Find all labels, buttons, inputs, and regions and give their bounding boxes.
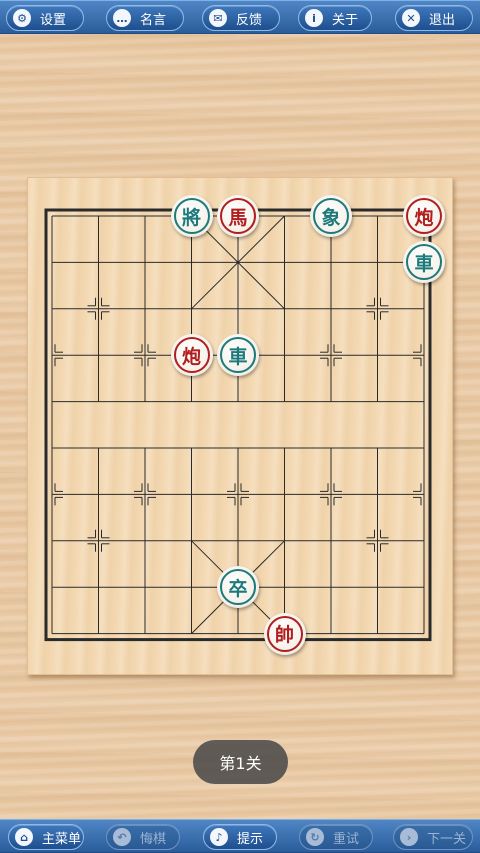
envelope-icon: ✉ <box>209 9 227 27</box>
settings-button[interactable]: ⚙ 设置 <box>6 5 84 31</box>
piece-teal[interactable]: 象 <box>310 195 352 237</box>
piece-char: 象 <box>321 206 341 229</box>
piece-red[interactable]: 炮 <box>170 334 213 377</box>
main-menu-label: 主菜单 <box>42 831 82 847</box>
bell-icon: ♪ <box>210 828 228 846</box>
top-toolbar: ⚙ 设置 … 名言 ✉ 反馈 i 关于 ✕ 退出 <box>0 0 480 34</box>
piece-char: 帥 <box>274 624 294 647</box>
next-level-label: 下一关 <box>427 831 467 847</box>
piece-char: 馬 <box>228 206 248 229</box>
piece-teal[interactable]: 將 <box>170 195 213 237</box>
retry-label: 重试 <box>333 831 360 847</box>
piece-char: 炮 <box>181 345 201 368</box>
quotes-button[interactable]: … 名言 <box>106 5 184 31</box>
home-icon: ⌂ <box>15 828 33 846</box>
xiangqi-board[interactable]: 將馬象炮車炮車卒帥 <box>27 177 453 675</box>
feedback-label: 反馈 <box>236 12 263 28</box>
feedback-button[interactable]: ✉ 反馈 <box>202 5 280 31</box>
bottom-toolbar: ⌂ 主菜单 ↶ 悔棋 ♪ 提示 ↻ 重试 › 下一关 <box>0 819 480 853</box>
about-label: 关于 <box>332 12 359 28</box>
exit-button[interactable]: ✕ 退出 <box>395 5 473 31</box>
piece-teal[interactable]: 卒 <box>217 566 259 609</box>
piece-char: 車 <box>414 252 434 275</box>
exit-label: 退出 <box>429 12 456 28</box>
close-icon: ✕ <box>402 9 420 27</box>
piece-char: 車 <box>228 345 248 368</box>
retry-button[interactable]: ↻ 重试 <box>299 824 373 850</box>
piece-red[interactable]: 炮 <box>403 195 445 237</box>
gear-icon: ⚙ <box>13 9 31 27</box>
undo-button[interactable]: ↶ 悔棋 <box>106 824 180 850</box>
piece-red[interactable]: 帥 <box>263 612 306 655</box>
undo-icon: ↶ <box>113 828 131 846</box>
piece-char: 將 <box>181 206 201 229</box>
piece-red[interactable]: 馬 <box>217 195 259 237</box>
info-icon: i <box>305 9 323 27</box>
piece-char: 卒 <box>228 577 248 600</box>
retry-icon: ↻ <box>306 828 324 846</box>
next-icon: › <box>400 828 418 846</box>
undo-label: 悔棋 <box>140 831 167 847</box>
hint-label: 提示 <box>237 831 264 847</box>
settings-label: 设置 <box>40 12 67 28</box>
about-button[interactable]: i 关于 <box>298 5 372 31</box>
level-indicator: 第1关 <box>193 740 288 784</box>
quotes-label: 名言 <box>140 12 167 28</box>
speech-bubble-icon: … <box>113 9 131 27</box>
next-level-button[interactable]: › 下一关 <box>393 824 473 850</box>
hint-button[interactable]: ♪ 提示 <box>203 824 277 850</box>
piece-char: 炮 <box>414 206 434 229</box>
piece-teal[interactable]: 車 <box>217 334 259 377</box>
main-menu-button[interactable]: ⌂ 主菜单 <box>8 824 84 850</box>
